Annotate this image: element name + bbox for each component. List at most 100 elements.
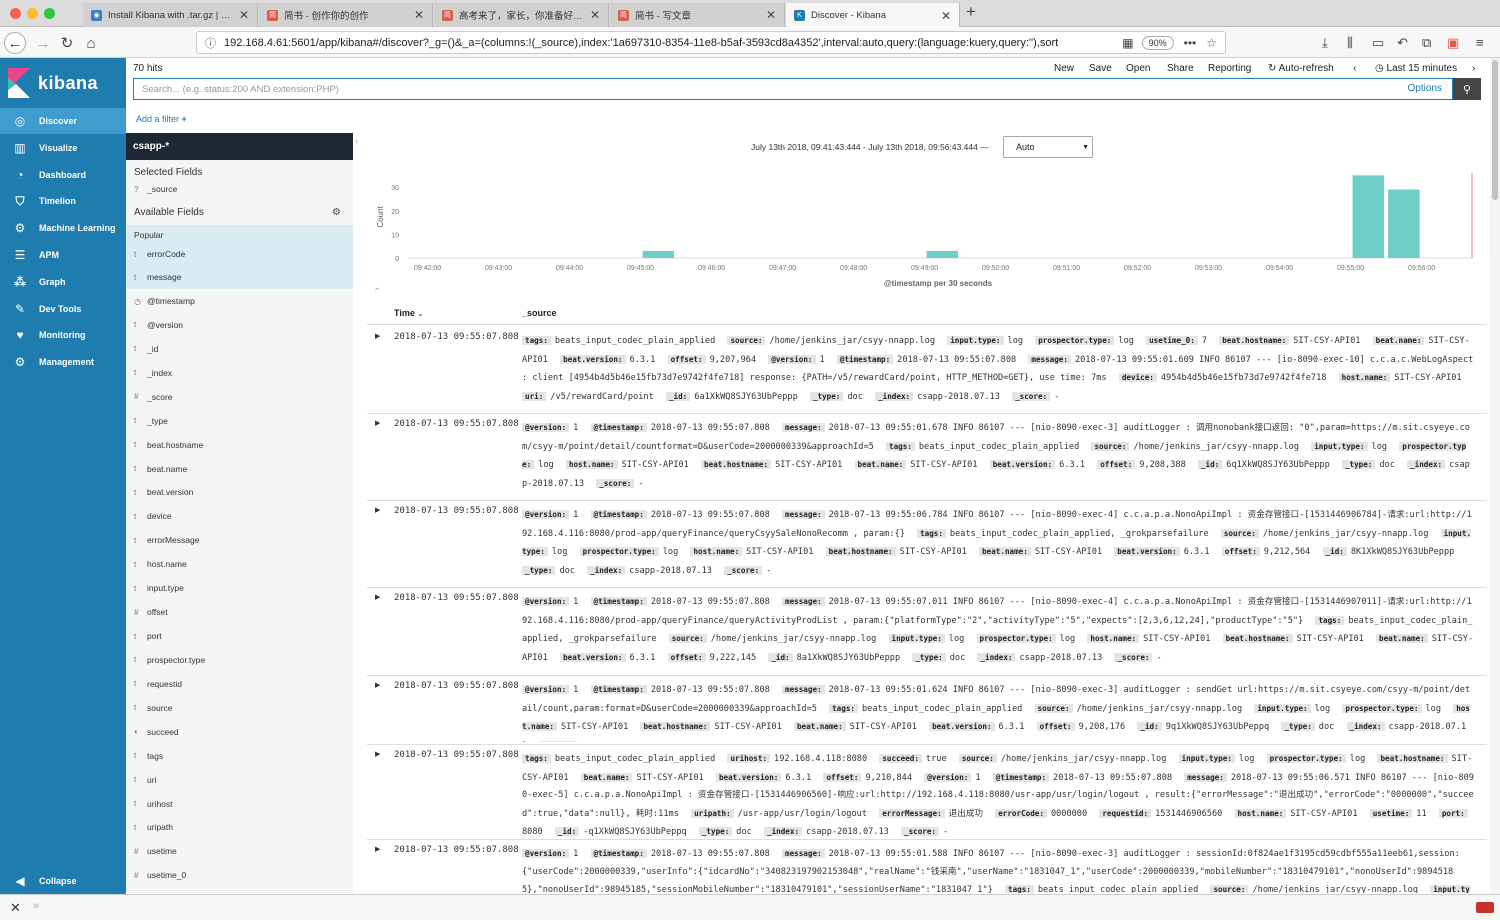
histogram-bar[interactable] bbox=[926, 250, 959, 258]
menu-reporting[interactable]: Reporting bbox=[1208, 63, 1251, 74]
menu-save[interactable]: Save bbox=[1089, 63, 1112, 74]
menu-icon[interactable]: ≡ bbox=[1476, 35, 1484, 50]
collapse-button[interactable]: ◀ Collapse bbox=[0, 868, 126, 894]
field-row[interactable]: # _score bbox=[126, 385, 353, 409]
field-row[interactable]: t _index bbox=[126, 361, 353, 385]
table-row[interactable]: ▶ 2018-07-13 09:55:07.808 @version: 1 @time… bbox=[353, 419, 1490, 498]
field-row[interactable]: t message bbox=[126, 265, 353, 289]
browser-tab-1[interactable]: ◉ Install Kibana with .tar.gz | Kiba ✕ bbox=[83, 3, 258, 27]
histogram-bar[interactable] bbox=[642, 250, 675, 258]
forward-button[interactable]: → bbox=[32, 32, 54, 54]
field-row[interactable]: t beat.version bbox=[126, 480, 353, 504]
search-box[interactable]: Options bbox=[133, 78, 1453, 100]
field-row[interactable]: t _id bbox=[126, 337, 353, 361]
new-tab-button[interactable]: + bbox=[966, 2, 976, 22]
bookmark-star-icon[interactable]: ☆ bbox=[1206, 36, 1217, 50]
browser-tab-4[interactable]: 简简书 - 写文章 ✕ bbox=[610, 3, 785, 27]
field-row[interactable]: t _type bbox=[126, 409, 353, 433]
field-row[interactable]: t @version bbox=[126, 313, 353, 337]
extension-icon[interactable]: ▣ bbox=[1447, 35, 1459, 51]
table-row[interactable]: ▶ 2018-07-13 09:55:07.808 tags: beats_input… bbox=[353, 332, 1490, 411]
field-row[interactable]: # usetime bbox=[126, 839, 353, 863]
field-row[interactable]: t requestid bbox=[126, 672, 353, 696]
histogram-chart[interactable]: Count 0 10 20 30 09:42:00 09:43:00 09:44:00 09:4… bbox=[353, 133, 1490, 298]
nav-machine-learning[interactable]: ⚙ Machine Learning bbox=[0, 215, 126, 241]
expand-row-icon[interactable]: ▶ bbox=[375, 506, 380, 514]
expand-row-icon[interactable]: ▶ bbox=[375, 419, 380, 427]
field-row[interactable]: t tags bbox=[126, 744, 353, 768]
field-row[interactable]: t source bbox=[126, 696, 353, 720]
time-prev-button[interactable]: ‹ bbox=[1353, 63, 1356, 74]
double-chevron-icon[interactable]: » bbox=[33, 900, 39, 912]
download-icon[interactable]: ⤓ bbox=[1322, 35, 1328, 51]
tab-close-icon[interactable]: ✕ bbox=[239, 8, 249, 22]
expand-row-icon[interactable]: ▶ bbox=[375, 593, 380, 601]
browser-tab-5[interactable]: K Discover - Kibana ✕ bbox=[786, 3, 960, 28]
back-button[interactable]: ← bbox=[4, 32, 26, 54]
nav-management[interactable]: ⚙ Management bbox=[0, 349, 126, 375]
page-scrollbar[interactable] bbox=[1490, 58, 1500, 894]
page-actions-icon[interactable]: ••• bbox=[1184, 36, 1197, 50]
field-row[interactable]: t device bbox=[126, 504, 353, 528]
home-icon[interactable]: ⌂ bbox=[80, 32, 102, 54]
expand-row-icon[interactable]: ▶ bbox=[375, 332, 380, 340]
add-filter-button[interactable]: Add a filter + bbox=[136, 114, 187, 124]
extension-badge-icon[interactable] bbox=[1476, 902, 1494, 913]
field-row[interactable]: t beat.name bbox=[126, 457, 353, 481]
expand-row-icon[interactable]: ▶ bbox=[375, 681, 380, 689]
tab-close-icon[interactable]: ✕ bbox=[941, 9, 951, 23]
kibana-logo[interactable]: kibana bbox=[0, 58, 126, 108]
nav-timelion[interactable]: ⛉ Timelion bbox=[0, 188, 126, 214]
url-bar[interactable]: ⓘ 192.168.4.61:5601/app/kibana#/discover… bbox=[196, 31, 1226, 54]
time-picker-button[interactable]: ◷ Last 15 minutes bbox=[1375, 63, 1457, 74]
table-row[interactable]: ▶ 2018-07-13 09:55:07.808 tags: beats_input… bbox=[353, 750, 1490, 837]
tab-close-icon[interactable]: ✕ bbox=[766, 8, 776, 22]
browser-tab-3[interactable]: 简高考来了，家长，你准备好了吗? ✕ bbox=[434, 3, 609, 27]
zoom-level[interactable]: 90% bbox=[1141, 35, 1174, 50]
field-row[interactable]: # offset bbox=[126, 600, 353, 624]
menu-share[interactable]: Share bbox=[1167, 63, 1194, 74]
close-window-button[interactable] bbox=[10, 8, 21, 19]
field-row[interactable]: t uripath bbox=[126, 815, 353, 839]
minimize-window-button[interactable] bbox=[27, 8, 38, 19]
field-row[interactable]: t uri bbox=[126, 768, 353, 792]
table-row[interactable]: ▶ 2018-07-13 09:55:07.808 @version: 1 @time… bbox=[353, 506, 1490, 585]
undo-icon[interactable]: ↶ bbox=[1397, 35, 1408, 51]
site-info-icon[interactable]: ⓘ bbox=[205, 35, 216, 51]
menu-new[interactable]: New bbox=[1054, 63, 1074, 74]
field-row[interactable]: t port bbox=[126, 624, 353, 648]
table-row[interactable]: ▶ 2018-07-13 09:55:07.808 @version: 1 @time… bbox=[353, 681, 1490, 742]
nav-apm[interactable]: ☰ APM bbox=[0, 242, 126, 268]
field-row[interactable]: # usetime_0 bbox=[126, 863, 353, 887]
field-row-selected[interactable]: ? _source bbox=[126, 180, 353, 198]
qr-code-icon[interactable]: ▦ bbox=[1122, 36, 1133, 50]
gear-icon[interactable]: ⚙ bbox=[332, 207, 341, 218]
browser-tab-2[interactable]: 简简书 - 创作你的创作 ✕ bbox=[259, 3, 433, 27]
screenshot-icon[interactable]: ⧉ bbox=[1422, 35, 1431, 51]
field-row[interactable]: ◐ succeed bbox=[126, 720, 353, 744]
menu-open[interactable]: Open bbox=[1126, 63, 1150, 74]
reload-button[interactable]: ↻ bbox=[56, 32, 78, 54]
nav-dev-tools[interactable]: ✎ Dev Tools bbox=[0, 296, 126, 322]
field-row[interactable]: ◷ @timestamp bbox=[126, 289, 353, 313]
table-row[interactable]: ▶ 2018-07-13 09:55:07.808 @version: 1 @time… bbox=[353, 845, 1490, 893]
nav-dashboard[interactable]: ◔ Dashboard bbox=[0, 162, 126, 188]
search-button[interactable]: ⚲ bbox=[1453, 78, 1481, 100]
histogram-bar[interactable] bbox=[1352, 175, 1385, 258]
field-row[interactable]: t errorMessage bbox=[126, 528, 353, 552]
tab-close-icon[interactable]: ✕ bbox=[590, 8, 600, 22]
maximize-window-button[interactable] bbox=[44, 8, 55, 19]
search-input[interactable] bbox=[142, 83, 1342, 95]
nav-visualize[interactable]: ▥ Visualize bbox=[0, 135, 126, 161]
field-row[interactable]: t input.type bbox=[126, 576, 353, 600]
index-pattern-selector[interactable]: csapp-* bbox=[126, 133, 353, 160]
expand-row-icon[interactable]: ▶ bbox=[375, 750, 380, 758]
url-text[interactable]: 192.168.4.61:5601/app/kibana#/discover?_… bbox=[224, 37, 1112, 49]
field-row[interactable]: t urihost bbox=[126, 792, 353, 816]
table-row[interactable]: ▶ 2018-07-13 09:55:07.808 @version: 1 @time… bbox=[353, 593, 1490, 673]
auto-refresh-button[interactable]: ↻ Auto-refresh bbox=[1268, 63, 1334, 74]
field-row[interactable]: t errorCode bbox=[126, 242, 353, 266]
scrollbar-thumb[interactable] bbox=[1492, 60, 1498, 200]
close-icon[interactable]: ✕ bbox=[10, 900, 21, 916]
nav-monitoring[interactable]: ♥ Monitoring bbox=[0, 322, 126, 348]
